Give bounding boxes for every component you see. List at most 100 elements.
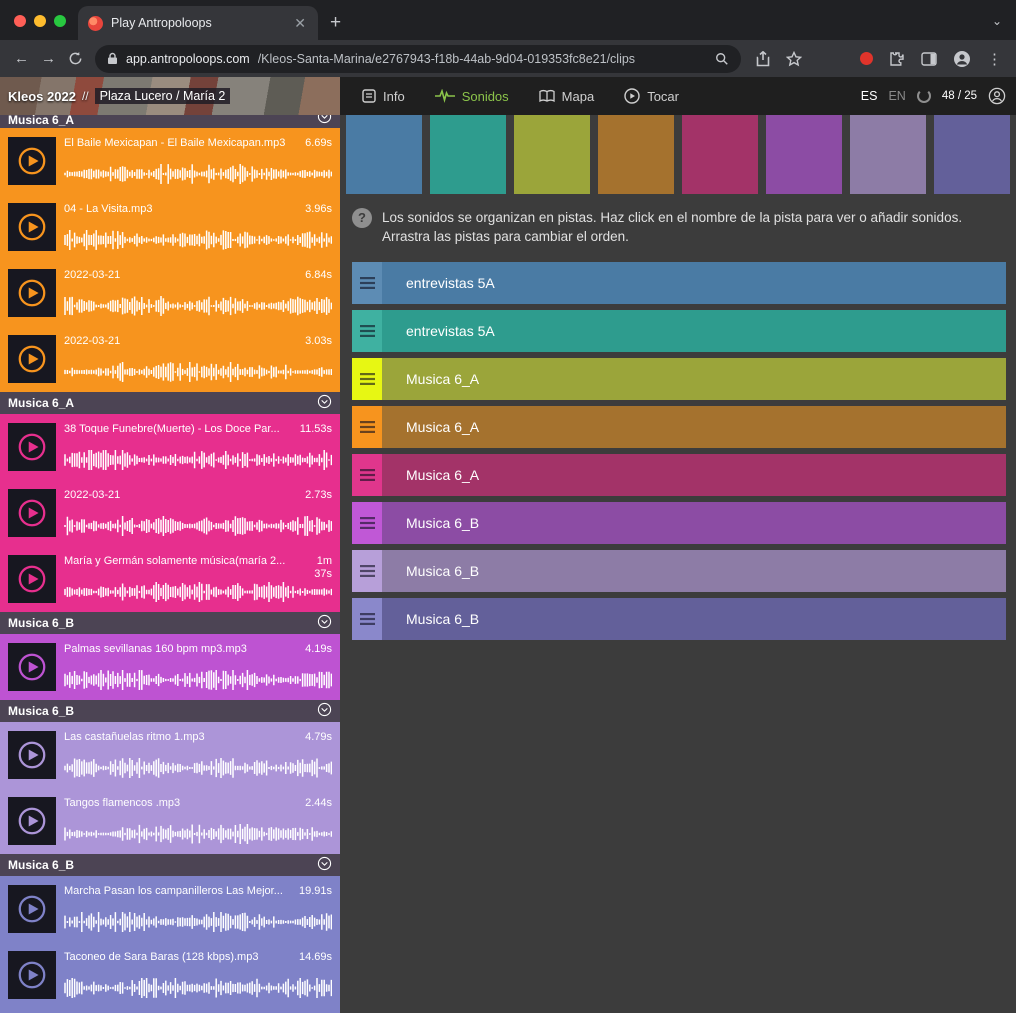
track-color-swatch[interactable] — [598, 115, 674, 194]
track-color-swatch[interactable] — [934, 115, 1010, 194]
chevron-down-icon[interactable] — [317, 394, 332, 409]
lang-en[interactable]: EN — [888, 89, 905, 103]
clip-row[interactable]: Las castañuelas ritmo 1.mp34.79s — [0, 722, 340, 788]
track-row[interactable]: Musica 6_A — [352, 358, 1006, 400]
clip-play-button[interactable] — [8, 885, 56, 933]
track-section-name: Musica 6_A — [8, 115, 74, 127]
chevron-wrap[interactable] — [317, 856, 332, 874]
clip-play-button[interactable] — [8, 203, 56, 251]
chevron-wrap[interactable] — [317, 394, 332, 412]
clip-row[interactable]: 2022-03-212.73s — [0, 480, 340, 546]
track-drag-handle[interactable] — [352, 598, 382, 640]
tab-close-icon[interactable]: ✕ — [292, 15, 308, 32]
new-tab-button[interactable]: + — [330, 13, 341, 32]
track-drag-handle[interactable] — [352, 310, 382, 352]
tab-info[interactable]: Info — [362, 89, 405, 104]
profile-avatar-icon[interactable] — [953, 50, 971, 68]
chevron-wrap[interactable] — [317, 614, 332, 632]
zoom-window-button[interactable] — [54, 15, 66, 27]
track-drag-handle[interactable] — [352, 358, 382, 400]
share-icon[interactable] — [756, 51, 770, 67]
track-section-header[interactable]: Musica 6_B — [0, 854, 340, 876]
clip-play-button[interactable] — [8, 797, 56, 845]
tab-search-chevron-icon[interactable]: ⌄ — [992, 14, 1002, 28]
account-icon[interactable] — [988, 87, 1006, 105]
track-drag-handle[interactable] — [352, 262, 382, 304]
chevron-down-icon[interactable] — [317, 614, 332, 629]
chevron-down-icon[interactable] — [317, 856, 332, 871]
clip-row[interactable]: 2022-03-216.84s — [0, 260, 340, 326]
track-bar[interactable]: Musica 6_B — [382, 502, 1006, 544]
chevron-wrap[interactable] — [317, 702, 332, 720]
track-section-header[interactable]: Musica 6_A — [0, 392, 340, 414]
track-drag-handle[interactable] — [352, 502, 382, 544]
tab-mapa[interactable]: Mapa — [539, 89, 595, 104]
clip-row[interactable]: El Baile Mexicapan - El Baile Mexicapan.… — [0, 128, 340, 194]
track-bar[interactable]: entrevistas 5A — [382, 262, 1006, 304]
clip-play-button[interactable] — [8, 643, 56, 691]
clip-row[interactable]: María y Germán solamente música(maría 2.… — [0, 546, 340, 612]
window-controls[interactable] — [14, 15, 66, 27]
clip-row[interactable]: 2022-03-213.03s — [0, 326, 340, 392]
browser-tab[interactable]: Play Antropoloops ✕ — [78, 6, 318, 40]
chevron-wrap[interactable] — [317, 115, 332, 127]
browser-menu-icon[interactable]: ⋮ — [987, 50, 1002, 68]
clip-play-button[interactable] — [8, 555, 56, 603]
reload-button[interactable] — [62, 45, 89, 72]
track-section-header[interactable]: Musica 6_B — [0, 612, 340, 634]
track-section-header[interactable]: Musica 6_A — [0, 115, 340, 128]
track-bar[interactable]: Musica 6_B — [382, 598, 1006, 640]
recording-extension-icon[interactable] — [860, 52, 873, 65]
clip-play-button[interactable] — [8, 137, 56, 185]
track-section-header[interactable]: Musica 6_B — [0, 700, 340, 722]
clip-row[interactable]: Taconeo de Sara Baras (128 kbps).mp314.6… — [0, 942, 340, 1008]
forward-button[interactable]: → — [35, 45, 62, 72]
clip-row[interactable]: Palmas sevillanas 160 bpm mp3.mp34.19s — [0, 634, 340, 700]
track-bar[interactable]: entrevistas 5A — [382, 310, 1006, 352]
clip-play-button[interactable] — [8, 731, 56, 779]
bookmark-star-icon[interactable] — [786, 51, 802, 67]
clip-play-button[interactable] — [8, 269, 56, 317]
track-row[interactable]: entrevistas 5A — [352, 310, 1006, 352]
close-window-button[interactable] — [14, 15, 26, 27]
clip-play-button[interactable] — [8, 335, 56, 383]
tab-sonidos[interactable]: Sonidos — [435, 89, 509, 104]
clip-play-button[interactable] — [8, 951, 56, 999]
project-banner[interactable]: Kleos 2022 // Plaza Lucero / María 2 — [0, 77, 340, 115]
lang-es[interactable]: ES — [861, 89, 878, 103]
track-color-swatch[interactable] — [850, 115, 926, 194]
track-color-swatch[interactable] — [514, 115, 590, 194]
track-drag-handle[interactable] — [352, 406, 382, 448]
zoom-icon[interactable] — [715, 52, 729, 66]
track-row[interactable]: Musica 6_B — [352, 598, 1006, 640]
track-row[interactable]: Musica 6_A — [352, 454, 1006, 496]
clip-row[interactable]: 04 - La Visita.mp33.96s — [0, 194, 340, 260]
chevron-down-icon[interactable] — [317, 115, 332, 124]
extensions-puzzle-icon[interactable] — [889, 51, 905, 67]
clip-row[interactable]: Tangos flamencos .mp32.44s — [0, 788, 340, 854]
track-drag-handle[interactable] — [352, 550, 382, 592]
track-row[interactable]: entrevistas 5A — [352, 262, 1006, 304]
track-row[interactable]: Musica 6_B — [352, 502, 1006, 544]
track-bar[interactable]: Musica 6_A — [382, 406, 1006, 448]
minimize-window-button[interactable] — [34, 15, 46, 27]
side-panel-icon[interactable] — [921, 52, 937, 66]
track-row[interactable]: Musica 6_B — [352, 550, 1006, 592]
track-row[interactable]: Musica 6_A — [352, 406, 1006, 448]
track-bar[interactable]: Musica 6_A — [382, 358, 1006, 400]
track-bar[interactable]: Musica 6_A — [382, 454, 1006, 496]
track-color-swatch[interactable] — [682, 115, 758, 194]
clip-row[interactable]: 38 Toque Funebre(Muerte) - Los Doce Par.… — [0, 414, 340, 480]
track-bar[interactable]: Musica 6_B — [382, 550, 1006, 592]
track-color-swatch[interactable] — [430, 115, 506, 194]
track-drag-handle[interactable] — [352, 454, 382, 496]
address-bar[interactable]: app.antropoloops.com /Kleos-Santa-Marina… — [95, 45, 741, 73]
track-color-swatch[interactable] — [346, 115, 422, 194]
clip-play-button[interactable] — [8, 423, 56, 471]
clip-row[interactable]: Marcha Pasan los campanilleros Las Mejor… — [0, 876, 340, 942]
tab-tocar[interactable]: Tocar — [624, 88, 679, 104]
chevron-down-icon[interactable] — [317, 702, 332, 717]
track-color-swatch[interactable] — [766, 115, 842, 194]
clip-play-button[interactable] — [8, 489, 56, 537]
back-button[interactable]: ← — [8, 45, 35, 72]
